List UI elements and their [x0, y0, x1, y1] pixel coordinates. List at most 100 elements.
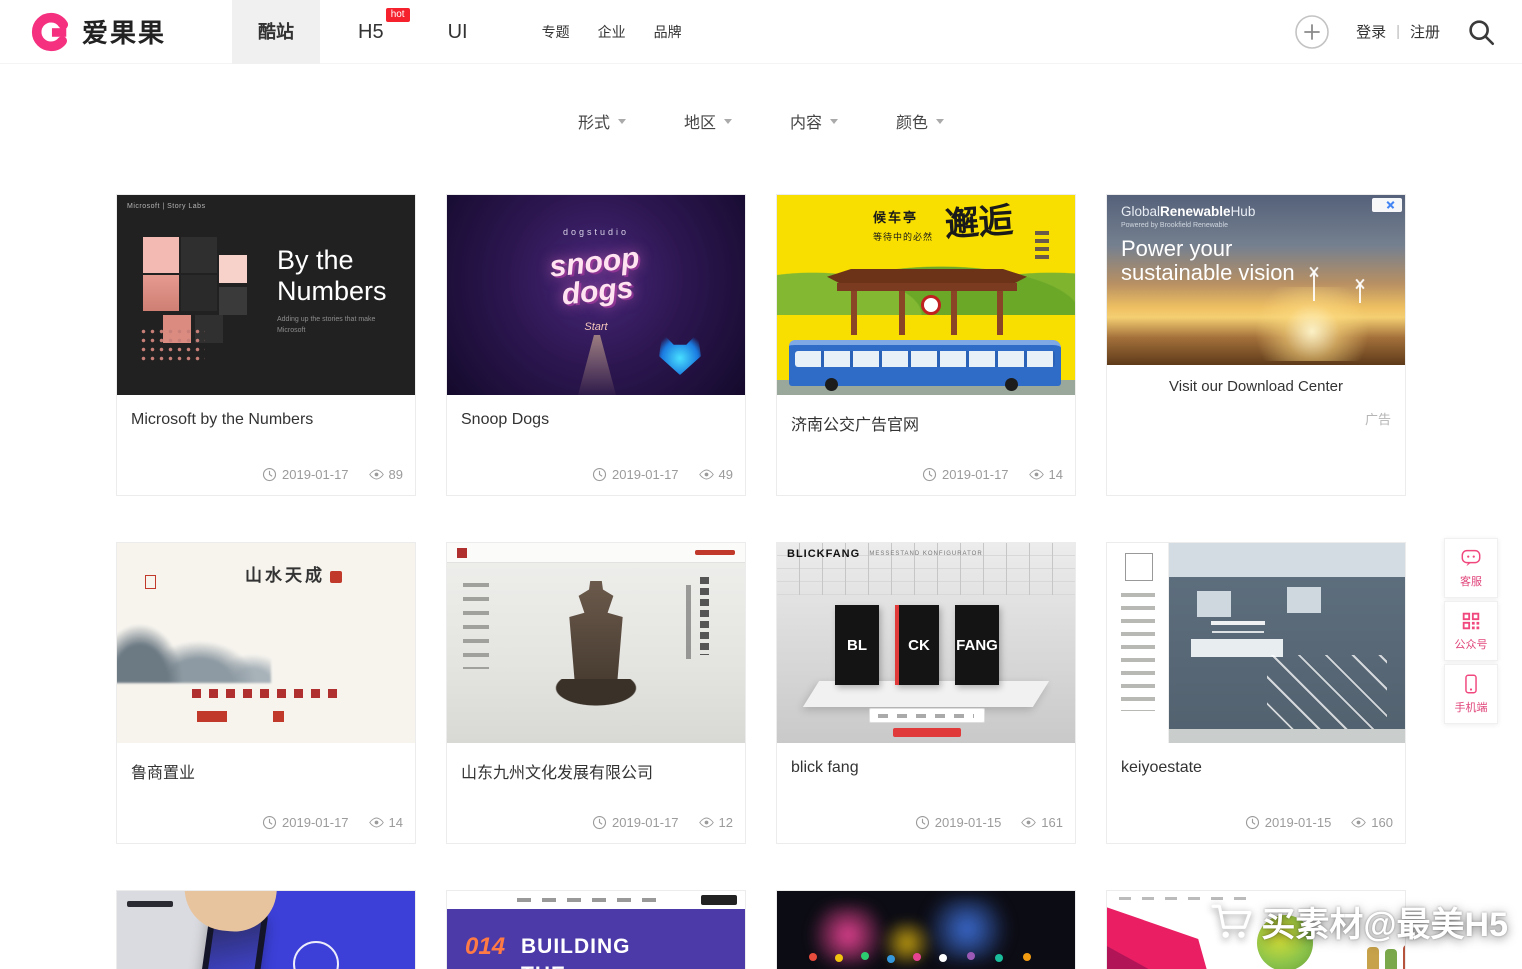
- filter-content[interactable]: 内容: [790, 109, 838, 133]
- site-card-microsoft: Microsoft | Story Labs By the Numbers Ad…: [116, 194, 416, 496]
- ad-close-icon[interactable]: [1372, 198, 1402, 212]
- site-thumbnail[interactable]: [1107, 891, 1405, 969]
- site-card-snoop-dogs: dogstudio snoop dogs Start Snoop Dogs 20…: [446, 194, 746, 496]
- site-card-keiyoestate: keiyoestate 2019-01-15 160: [1106, 542, 1406, 844]
- site-thumbnail[interactable]: [1107, 543, 1405, 743]
- site-thumbnail[interactable]: dogstudio snoop dogs Start: [447, 195, 745, 395]
- ad-thumbnail[interactable]: GlobalRenewableHub Powered by Brookfield…: [1107, 195, 1405, 365]
- login-link[interactable]: 登录: [1356, 21, 1386, 42]
- card-title[interactable]: 山东九州文化发展有限公司: [447, 743, 745, 783]
- clock-icon: [915, 815, 930, 830]
- card-date: 2019-01-17: [612, 815, 679, 830]
- thumb-heading: 山水天成: [245, 561, 342, 586]
- dog-mask-graphic: [659, 333, 701, 375]
- site-card-jinan-bus: 候车亭 等待中的必然 邂逅 济南公交广告官网 2019-01-17 14: [776, 194, 1076, 496]
- subnav-item-enterprise[interactable]: 企业: [598, 22, 626, 42]
- nav-item-coolsites[interactable]: 酷站: [232, 0, 320, 64]
- hot-badge: hot: [386, 8, 410, 22]
- ink-mountains-graphic: [117, 571, 271, 683]
- clock-icon: [592, 467, 607, 482]
- card-title[interactable]: keiyoestate: [1107, 743, 1405, 777]
- site-card-blickfang: BLICKFANG MESSESTAND KONFIGURATOR BL CK …: [776, 542, 1076, 844]
- chat-icon: [1460, 547, 1482, 569]
- building-photo-graphic: [1169, 543, 1405, 743]
- thumb-caption: Adding up the stories that make Microsof…: [277, 315, 397, 336]
- eye-icon: [369, 467, 384, 482]
- site-card-partial: [1106, 890, 1406, 969]
- thumb-start-text: Start: [447, 321, 745, 333]
- register-link[interactable]: 注册: [1410, 21, 1440, 42]
- chevron-down-icon: [724, 119, 732, 128]
- ad-powered-text: Powered by Brookfield Renewable: [1121, 222, 1228, 229]
- card-meta: 2019-01-17 12: [592, 815, 733, 830]
- card-views: 12: [719, 815, 733, 830]
- card-meta: 2019-01-15 161: [915, 815, 1063, 830]
- thumb-sub-text: MESSESTAND KONFIGURATOR: [777, 551, 1075, 557]
- chevron-down-icon: [830, 119, 838, 128]
- card-date: 2019-01-15: [935, 815, 1002, 830]
- logo-icon: [30, 11, 72, 53]
- thumb-heading-column: 候车亭 等待中的必然: [873, 207, 933, 243]
- filter-content-label: 内容: [790, 109, 822, 133]
- site-thumbnail[interactable]: 山水天成: [117, 543, 415, 743]
- nav-item-ui[interactable]: UI: [422, 0, 494, 64]
- card-title[interactable]: blick fang: [777, 743, 1075, 777]
- card-meta: 2019-01-17 14: [262, 815, 403, 830]
- card-views: 14: [389, 815, 403, 830]
- red-seal-icon: [330, 571, 342, 583]
- eye-icon: [699, 467, 714, 482]
- menu-lines-graphic: [463, 583, 489, 669]
- floating-side-widget: 客服 公众号 手机端: [1444, 538, 1498, 724]
- brand-name: 爱果果: [82, 13, 166, 50]
- card-views: 89: [389, 467, 403, 482]
- nav-item-h5[interactable]: H5 hot: [332, 0, 410, 64]
- card-views: 14: [1049, 467, 1063, 482]
- qrcode-icon: [1460, 610, 1482, 632]
- card-title[interactable]: Snoop Dogs: [447, 395, 745, 429]
- filter-color[interactable]: 颜色: [896, 109, 944, 133]
- card-title[interactable]: Microsoft by the Numbers: [117, 395, 415, 429]
- customer-service-button[interactable]: 客服: [1444, 538, 1498, 598]
- site-thumbnail[interactable]: [117, 891, 415, 969]
- smartphone-icon: [1460, 673, 1482, 695]
- eye-icon: [369, 815, 384, 830]
- main-nav: 酷站 H5 hot UI: [232, 0, 494, 64]
- subnav-item-brand[interactable]: 品牌: [654, 22, 682, 42]
- mini-navbar-graphic: [447, 891, 745, 909]
- filter-format[interactable]: 形式: [578, 109, 626, 133]
- filter-bar: 形式 地区 内容 颜色: [0, 110, 1522, 132]
- card-grid: Microsoft | Story Labs By the Numbers Ad…: [116, 194, 1406, 969]
- site-thumbnail[interactable]: [447, 543, 745, 743]
- site-thumbnail[interactable]: 014 BUILDING THE: [447, 891, 745, 969]
- filter-region[interactable]: 地区: [684, 109, 732, 133]
- card-title[interactable]: 济南公交广告官网: [777, 395, 1075, 435]
- subnav-item-topics[interactable]: 专题: [542, 22, 570, 42]
- site-thumbnail[interactable]: BLICKFANG MESSESTAND KONFIGURATOR BL CK …: [777, 543, 1075, 743]
- thumb-heading-line1: BUILDING: [521, 935, 631, 959]
- mobile-version-button[interactable]: 手机端: [1444, 664, 1498, 724]
- ad-link[interactable]: Visit our Download Center: [1107, 378, 1405, 395]
- site-thumbnail[interactable]: [777, 891, 1075, 969]
- thumb-number-text: 014: [465, 933, 505, 961]
- official-account-button[interactable]: 公众号: [1444, 601, 1498, 661]
- card-date: 2019-01-15: [1265, 815, 1332, 830]
- submit-plus-icon[interactable]: [1294, 14, 1330, 50]
- ad-card: GlobalRenewableHub Powered by Brookfield…: [1106, 194, 1406, 496]
- logo[interactable]: 爱果果: [30, 11, 166, 53]
- card-views: 160: [1371, 815, 1393, 830]
- card-title[interactable]: 鲁商置业: [117, 743, 415, 783]
- site-card-partial: [116, 890, 416, 969]
- thumb-big-text: 邂逅: [944, 205, 1014, 246]
- card-views: 161: [1041, 815, 1063, 830]
- wind-turbine-graphic: [1359, 283, 1361, 303]
- side-widget-label: 客服: [1460, 573, 1482, 589]
- site-thumbnail[interactable]: 候车亭 等待中的必然 邂逅: [777, 195, 1075, 395]
- statue-graphic: [567, 581, 625, 687]
- site-thumbnail[interactable]: Microsoft | Story Labs By the Numbers Ad…: [117, 195, 415, 395]
- statue-base-graphic: [548, 679, 644, 709]
- search-icon[interactable]: [1466, 17, 1496, 47]
- green-circle-graphic: [1257, 915, 1313, 969]
- site-card-lushang: 山水天成 鲁商置业 2019-01-17 14: [116, 542, 416, 844]
- site-card-jiuzhou: 山东九州文化发展有限公司 2019-01-17 12: [446, 542, 746, 844]
- eye-icon: [699, 815, 714, 830]
